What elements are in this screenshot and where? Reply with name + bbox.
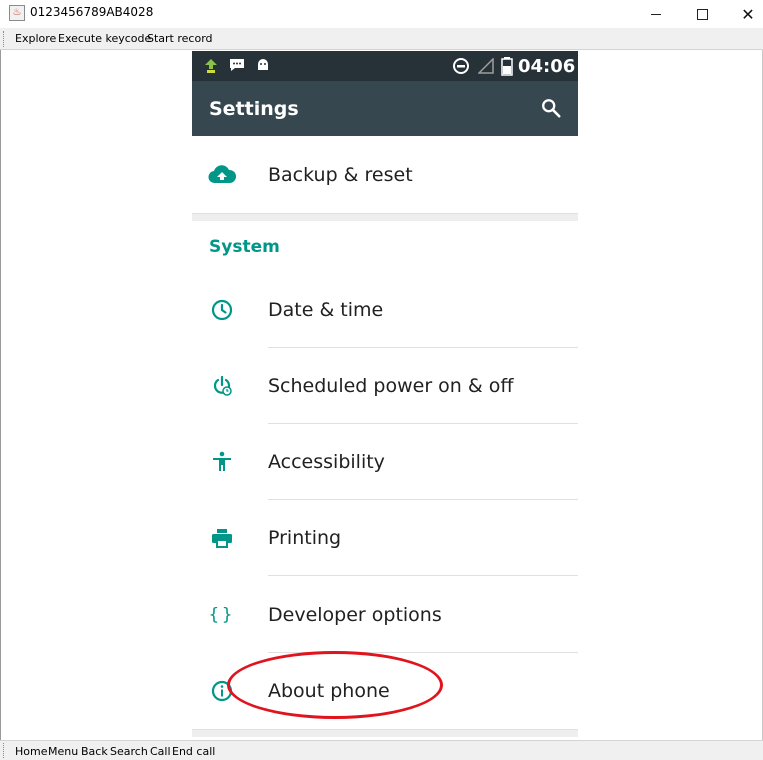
row-divider	[268, 575, 578, 576]
do-not-disturb-icon	[453, 58, 469, 74]
battery-icon	[501, 57, 513, 76]
section-divider	[192, 213, 578, 221]
minimize-button[interactable]	[633, 0, 679, 28]
settings-item-backup-reset[interactable]: Backup & reset	[192, 137, 578, 213]
maximize-button[interactable]	[679, 0, 725, 28]
bottom-toolbar: Home Menu Back Search Call End call	[0, 740, 763, 760]
phone-screen[interactable]: 04:06 Settings Backup & reset System Dat…	[192, 51, 578, 737]
status-bar: 04:06	[192, 51, 578, 81]
printer-icon	[208, 524, 236, 552]
toolbar-grip[interactable]	[3, 743, 7, 758]
menu-start-record[interactable]: Start record	[147, 32, 213, 45]
call-button[interactable]: Call	[150, 745, 171, 758]
search-icon[interactable]	[540, 97, 562, 119]
status-time: 04:06	[518, 56, 576, 77]
window-title: 0123456789AB4028	[30, 5, 154, 19]
scheduled-power-icon	[208, 372, 236, 400]
toolbar-grip[interactable]	[3, 31, 7, 47]
settings-item-label: Printing	[268, 527, 342, 549]
menu-execute-keycode[interactable]: Execute keycode	[58, 32, 151, 45]
section-divider	[192, 729, 578, 737]
back-button[interactable]: Back	[81, 745, 108, 758]
settings-item-developer-options[interactable]: {} Developer options	[192, 577, 578, 653]
settings-item-label: About phone	[268, 680, 390, 702]
home-button[interactable]: Home	[15, 745, 47, 758]
java-app-icon: ♨	[9, 5, 25, 21]
info-icon	[208, 677, 236, 705]
settings-item-label: Developer options	[268, 604, 442, 626]
settings-item-accessibility[interactable]: Accessibility	[192, 424, 578, 500]
settings-item-label: Scheduled power on & off	[268, 375, 514, 397]
settings-item-about-phone[interactable]: About phone	[192, 653, 578, 729]
settings-item-scheduled-power[interactable]: Scheduled power on & off	[192, 348, 578, 424]
settings-item-date-time[interactable]: Date & time	[192, 272, 578, 348]
settings-item-printing[interactable]: Printing	[192, 500, 578, 576]
page-title: Settings	[209, 98, 299, 120]
signal-icon	[478, 58, 494, 74]
end-call-button[interactable]: End call	[172, 745, 215, 758]
window-titlebar: ♨ 0123456789AB4028 ✕	[0, 0, 763, 28]
android-icon	[258, 59, 268, 70]
close-button[interactable]: ✕	[725, 0, 763, 28]
settings-item-label: Backup & reset	[268, 164, 413, 186]
menubar: Explore Execute keycode Start record	[0, 28, 763, 50]
braces-icon: {}	[208, 605, 236, 625]
settings-item-label: Accessibility	[268, 451, 385, 473]
menu-explore[interactable]: Explore	[15, 32, 56, 45]
message-icon	[230, 59, 244, 71]
search-button[interactable]: Search	[110, 745, 148, 758]
settings-item-label: Date & time	[268, 299, 384, 321]
cloud-upload-icon	[208, 161, 236, 189]
app-bar: Settings	[192, 81, 578, 136]
section-header-system: System	[209, 237, 280, 257]
menu-button[interactable]: Menu	[48, 745, 78, 758]
android-update-icon	[205, 59, 217, 73]
accessibility-icon	[208, 448, 236, 476]
clock-icon	[208, 296, 236, 324]
